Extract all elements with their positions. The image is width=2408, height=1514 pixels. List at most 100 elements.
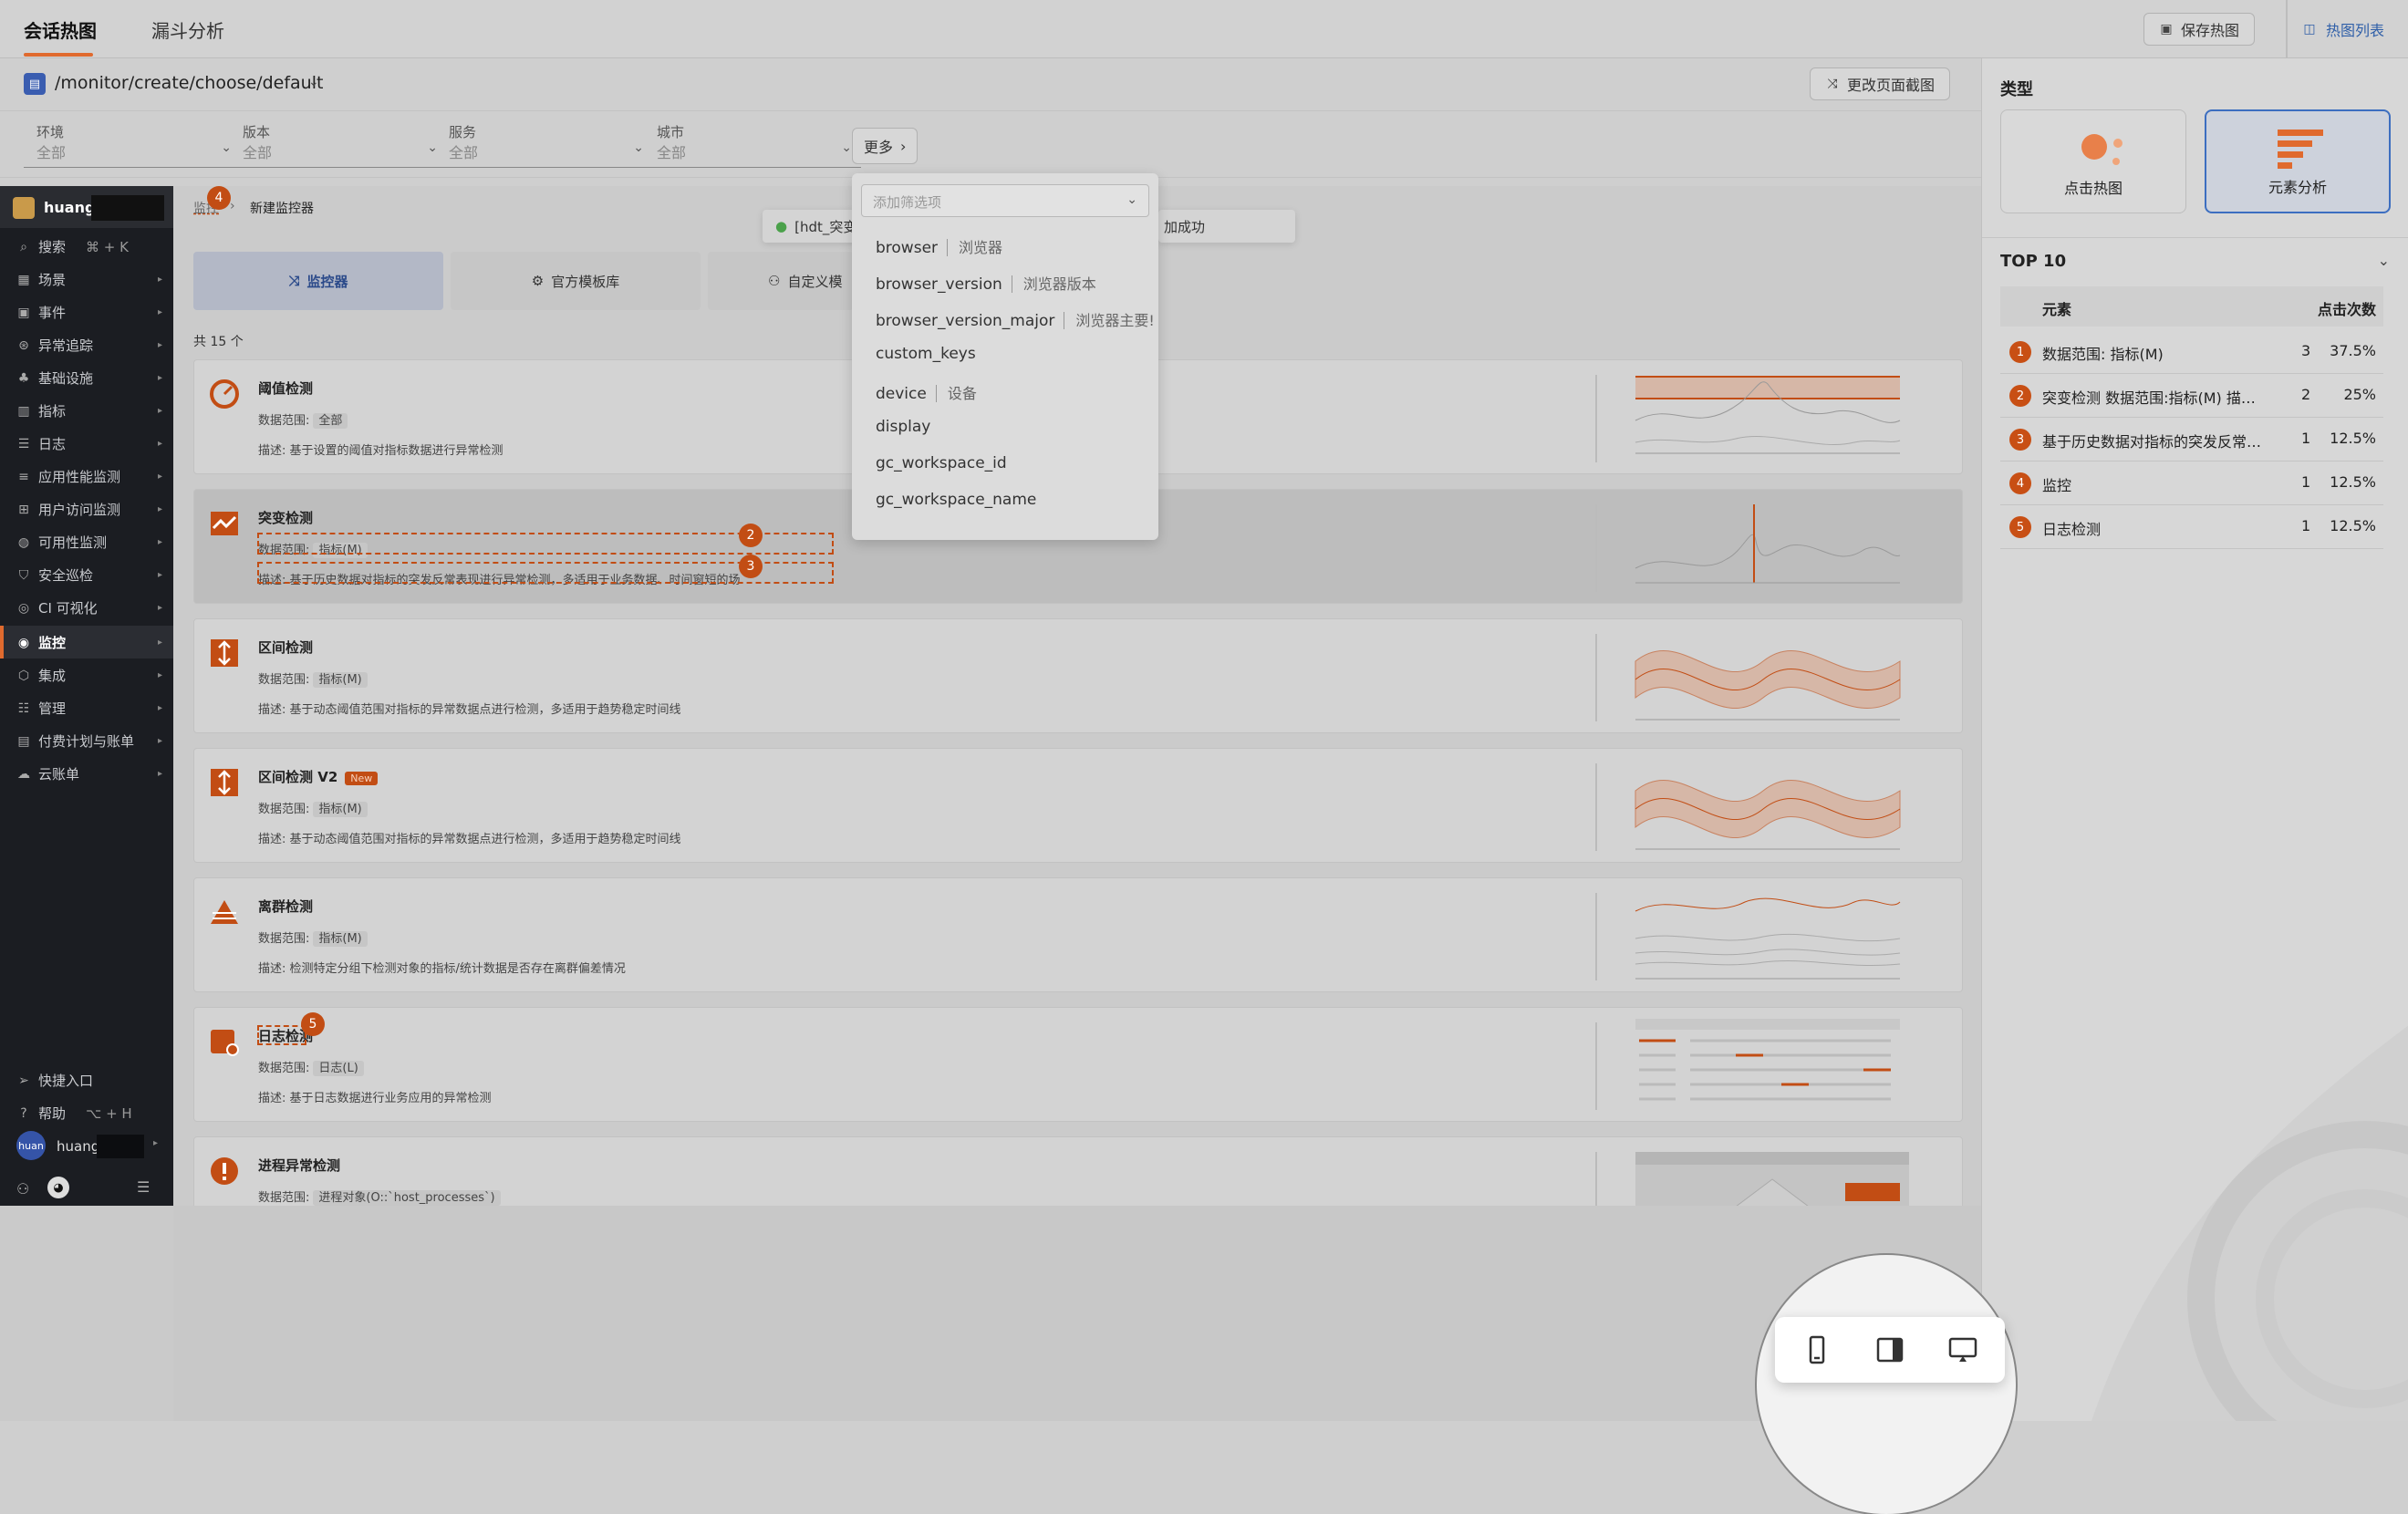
sidebar-search[interactable]: ⌕ 搜索 ⌘ + K [16, 237, 168, 256]
save-heatmap-button[interactable]: ▣ 保存热图 [2143, 13, 2256, 46]
ci-icon: ◎ [17, 600, 30, 616]
sidebar-item-synthetics[interactable]: ◍ 可用性监测 ▸ [16, 533, 168, 552]
device-switcher [1775, 1317, 2005, 1383]
sidebar-item-metrics[interactable]: ▥ 指标 ▸ [16, 401, 168, 420]
tablet-device-icon[interactable] [1875, 1335, 1905, 1364]
collapse-sidebar-icon[interactable]: ☰ [137, 1178, 150, 1196]
range-chart-thumbnail [1635, 649, 1901, 721]
filter-env[interactable]: 环境 全部 ⌄ [24, 120, 241, 168]
monitor-card-range-v2[interactable]: 区间检测 V2 New 数据范围: 指标(M) 描述: 基于动态阈值范围对指标的异常… [193, 748, 1963, 863]
sidebar: huang ⌕ 搜索 ⌘ + K ▦ 场景 ▸ ▣ 事件 ▸ ⊛ 异常追踪 ▸ ♣ 基础设施 ▸… [0, 186, 173, 1206]
log-chart-thumbnail [1635, 1019, 1900, 1101]
gauge-icon [210, 379, 239, 409]
device-switcher-magnifier [1757, 1255, 2016, 1514]
more-filters-button[interactable]: 更多 › [852, 128, 919, 164]
type-click-heatmap[interactable]: 点击热图 [2000, 109, 2186, 213]
log-icon: ☰ [17, 436, 30, 451]
desktop-device-icon[interactable] [1948, 1335, 1977, 1364]
dropdown-option[interactable]: browser_version_major 浏览器主要! [876, 308, 1153, 330]
new-badge: New [345, 772, 379, 785]
monitor-card-range[interactable]: 区间检测 数据范围: 指标(M) 描述: 基于动态阈值范围对指标的异常数据点进行检… [193, 618, 1963, 733]
sidebar-item-events[interactable]: ▣ 事件 ▸ [16, 303, 168, 322]
sidebar-item-logs[interactable]: ☰ 日志 ▸ [16, 434, 168, 453]
mobile-device-icon[interactable] [1802, 1335, 1832, 1364]
monitor-card-process[interactable]: 进程异常检测 数据范围: 进程对象(O::`host_processes`) [193, 1136, 1963, 1206]
tab-official-templates[interactable]: ⚙ 官方模板库 [451, 252, 701, 310]
sidebar-item-scenes[interactable]: ▦ 场景 ▸ [16, 270, 168, 289]
sidebar-item-cloud-billing[interactable]: ☁ 云账单 ▸ [16, 764, 168, 783]
tab-monitors[interactable]: ⤨ 监控器 [193, 252, 443, 310]
divider [1595, 893, 1597, 980]
change-screenshot-button[interactable]: ⤨ 更改页面截图 [1810, 67, 1951, 100]
tab-funnel-analysis[interactable]: 漏斗分析 [151, 16, 224, 43]
dropdown-option[interactable]: browser 浏览器 [876, 235, 1003, 257]
sidebar-item-ci[interactable]: ◎ CI 可视化 ▸ [16, 598, 168, 617]
chevron-down-icon[interactable]: ⌄ [2378, 252, 2390, 269]
table-header: 元素 点击次数 [2000, 286, 2383, 327]
tab-session-heatmap[interactable]: 会话热图 [24, 16, 97, 43]
redacted-block [97, 1135, 144, 1158]
shield-icon: ⛉ [18, 567, 29, 583]
users-icon: ⚇ [768, 273, 781, 289]
dropdown-option[interactable]: device 设备 [876, 381, 977, 403]
sidebar-item-management[interactable]: ☷ 管理 ▸ [16, 699, 168, 718]
chevron-right-icon: ▸ [157, 703, 162, 713]
chevron-right-icon: › [900, 137, 907, 155]
assistant-icon[interactable]: ◕ [47, 1177, 69, 1198]
sidebar-item-monitor[interactable]: ◉ 监控 ▸ [16, 633, 168, 652]
dropdown-option[interactable]: gc_workspace_id [876, 454, 1007, 472]
active-tab-indicator [24, 53, 93, 57]
sidebar-item-rum[interactable]: ⊞ 用户访问监测 ▸ [16, 500, 168, 519]
sidebar-item-apm[interactable]: ≡ 应用性能监测 ▸ [16, 467, 168, 486]
filter-city[interactable]: 城市 全部 ⌄ [644, 120, 861, 168]
click-rank-badge: 2 [739, 524, 763, 547]
sidebar-item-integration[interactable]: ⬡ 集成 ▸ [16, 666, 168, 685]
monitor-card-log[interactable]: 日志检测 数据范围: 日志(L) 描述: 基于日志数据进行业务应用的异常检测 [193, 1007, 1963, 1122]
dropdown-option[interactable]: display [876, 418, 930, 436]
table-row[interactable]: 3基于历史数据对指标的突发反常表现进行异常检测112.5% [2000, 418, 2383, 461]
breadcrumb-current: 新建监控器 [250, 202, 314, 216]
dropdown-option[interactable]: gc_workspace_name [876, 491, 1036, 509]
table-row[interactable]: 4 监控 1 12.5% [2000, 461, 2383, 505]
monitor-icon: ◉ [17, 635, 30, 650]
heatmap-list-link[interactable]: ◫ 热图列表 [2302, 18, 2384, 40]
table-row[interactable]: 2突变检测 数据范围:指标(M) 描述:基于历史数据225% [2000, 374, 2383, 418]
workspace-header[interactable]: huang [0, 186, 173, 228]
dropdown-option[interactable]: browser_version 浏览器版本 [876, 272, 1096, 294]
sidebar-item-billing[interactable]: ▤ 付费计划与账单 ▸ [16, 731, 168, 751]
sidebar-help[interactable]: ? 帮助 ⌥ + H [16, 1104, 168, 1123]
chevron-right-icon: ▸ [157, 504, 162, 514]
chevron-down-icon[interactable]: ⌄ [308, 75, 319, 89]
mutation-chart-thumbnail [1635, 504, 1901, 584]
chevron-right-icon: ▸ [157, 340, 162, 350]
event-icon: ▣ [17, 305, 30, 320]
divider [1595, 763, 1597, 851]
filter-version[interactable]: 版本 全部 ⌄ [230, 120, 447, 168]
dropdown-option[interactable]: custom_keys [876, 345, 976, 363]
user-icon[interactable]: ⚇ [16, 1180, 29, 1198]
type-element-analysis[interactable]: 元素分析 [2205, 109, 2391, 213]
decorative-background-graphic [2091, 1025, 2408, 1421]
bug-icon: ⊛ [18, 337, 29, 353]
table-row[interactable]: 5 日志检测 1 12.5% [2000, 505, 2383, 549]
search-icon: ⌕ [20, 239, 27, 254]
page-path[interactable]: /monitor/create/choose/default [55, 73, 323, 93]
click-highlight-5 [257, 1025, 306, 1045]
gear-icon: ⚙ [531, 273, 545, 289]
sidebar-quick-entry[interactable]: ➢ 快捷入口 [16, 1071, 168, 1090]
monitor-card-outlier[interactable]: 离群检测 数据范围: 指标(M) 描述: 检测特定分组下检测对象的指标/统计数据是… [193, 877, 1963, 992]
process-chart-thumbnail [1635, 1152, 1909, 1206]
help-icon: ? [20, 1105, 27, 1121]
add-filter-select[interactable]: 添加筛选项 ⌄ [861, 184, 1149, 217]
chevron-right-icon: ▸ [157, 603, 162, 613]
sidebar-item-security[interactable]: ⛉ 安全巡检 ▸ [16, 565, 168, 585]
tab-custom-templates[interactable]: ⚇ 自定义模 [708, 252, 854, 310]
table-row[interactable]: 1 数据范围: 指标(M) 3 37.5% [2000, 330, 2383, 374]
dashboard-icon: ▦ [17, 272, 30, 287]
threshold-chart-thumbnail [1635, 376, 1901, 454]
sidebar-item-infrastructure[interactable]: ♣ 基础设施 ▸ [16, 368, 168, 388]
filter-service[interactable]: 服务 全部 ⌄ [436, 120, 653, 168]
sidebar-item-exception-tracking[interactable]: ⊛ 异常追踪 ▸ [16, 336, 168, 355]
divider [1595, 504, 1597, 592]
avatar[interactable]: huan [16, 1131, 46, 1160]
